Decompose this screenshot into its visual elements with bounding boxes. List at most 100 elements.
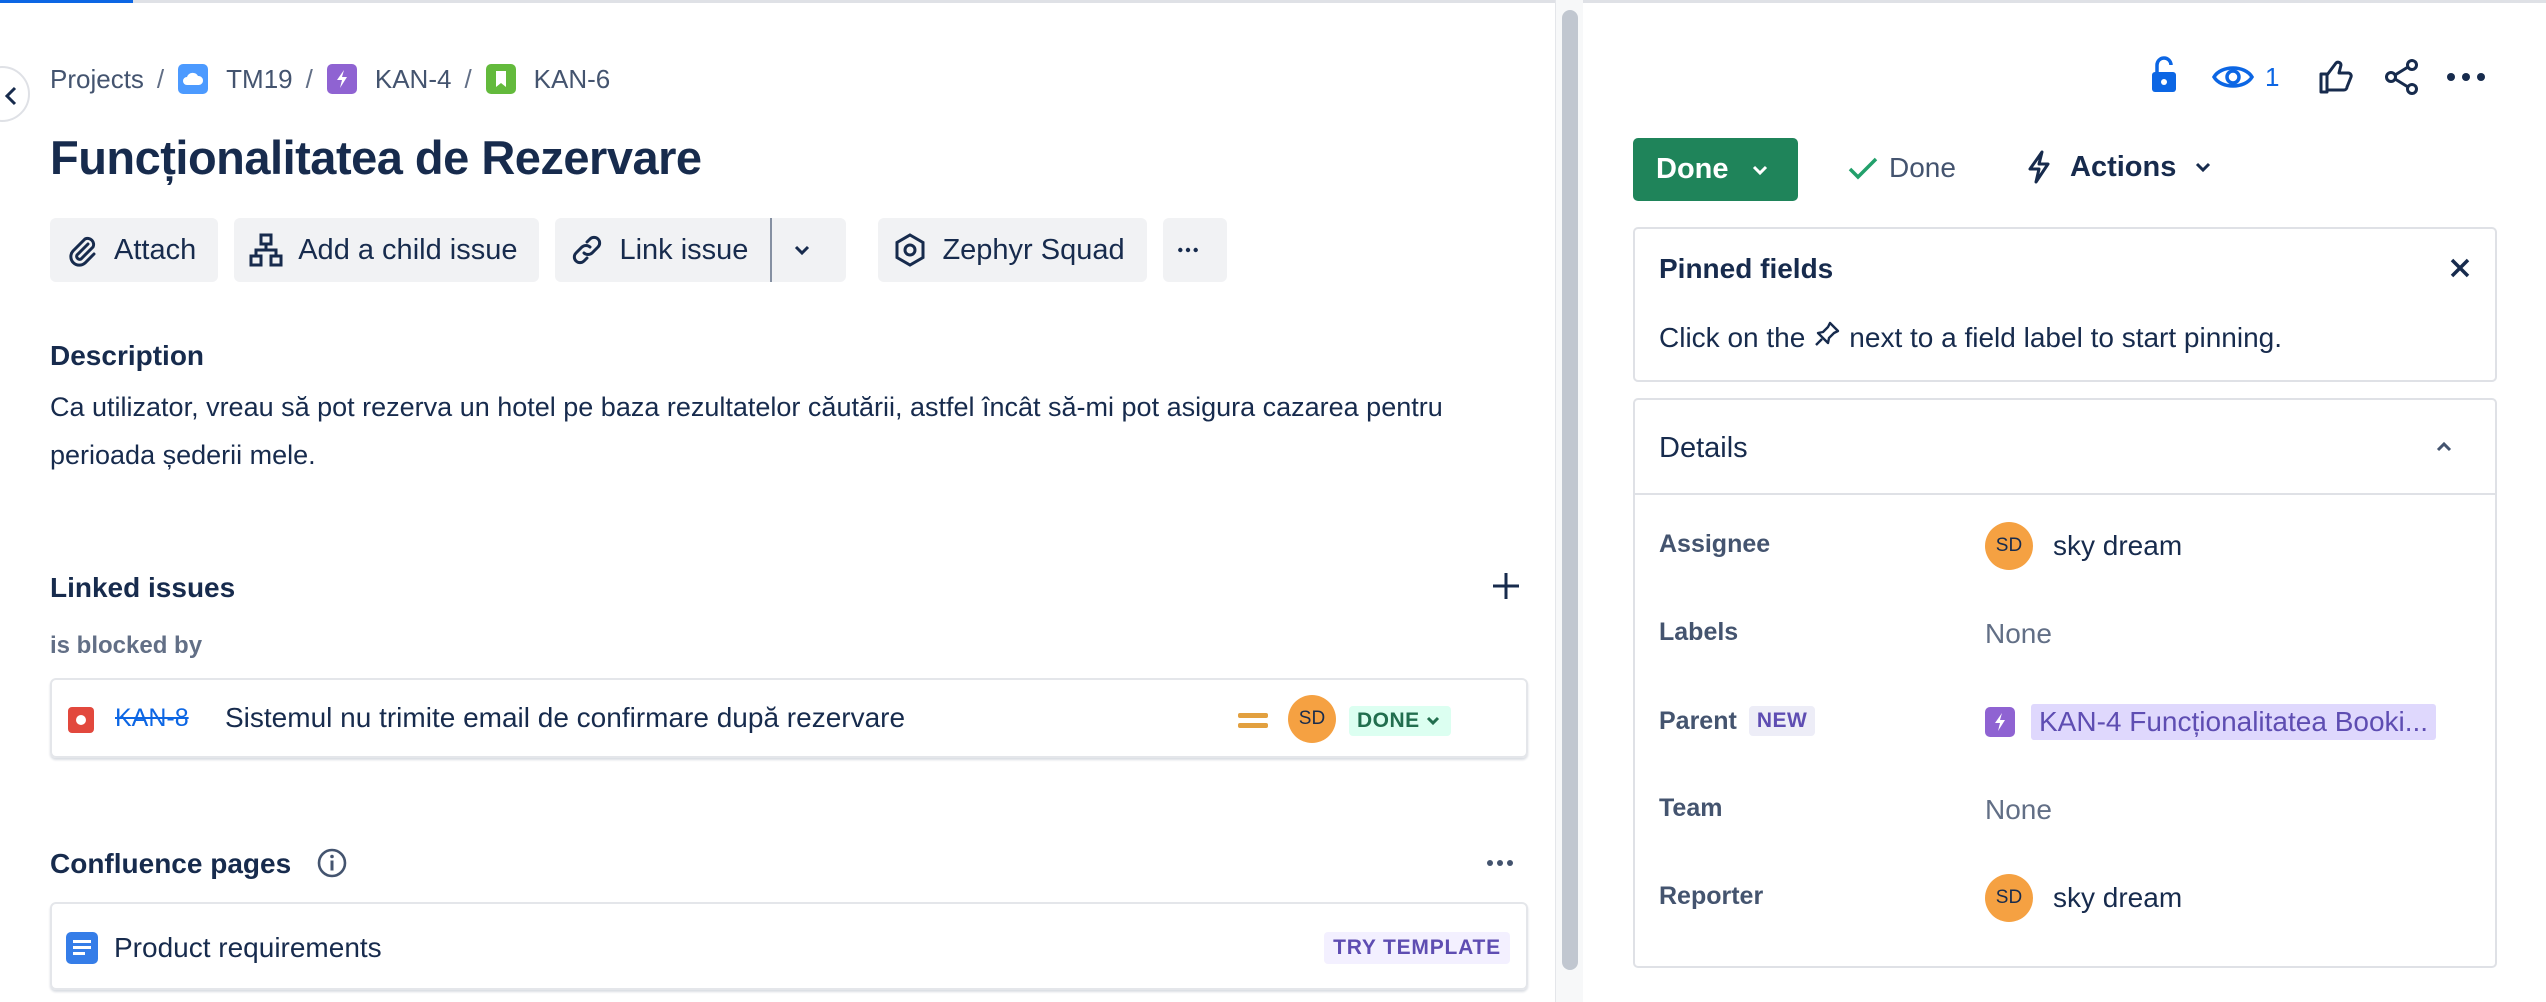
parent-label-text: Parent bbox=[1659, 706, 1737, 735]
labels-value[interactable]: None bbox=[1985, 610, 2052, 658]
story-icon bbox=[485, 64, 516, 94]
info-icon[interactable] bbox=[316, 847, 348, 879]
paperclip-icon bbox=[69, 236, 96, 267]
linked-issue-summary[interactable]: Sistemul nu trimite email de confirmare … bbox=[225, 702, 905, 734]
reporter-value[interactable]: SD sky dream bbox=[1985, 874, 2182, 922]
description-heading: Description bbox=[50, 340, 205, 371]
top-actions bbox=[2148, 55, 2180, 100]
zephyr-hexagon-icon bbox=[895, 233, 925, 267]
avatar: SD bbox=[1985, 874, 2033, 922]
chevron-down-icon bbox=[1752, 165, 1767, 175]
chevron-down-icon bbox=[1426, 716, 1439, 726]
chevron-down-icon bbox=[2196, 162, 2211, 173]
add-child-issue-button[interactable]: Add a child issue bbox=[234, 218, 540, 282]
resolution-indicator: Done bbox=[1847, 152, 1956, 184]
zephyr-squad-button[interactable]: Zephyr Squad bbox=[878, 218, 1147, 282]
pin-icon bbox=[1813, 320, 1841, 355]
bug-icon bbox=[68, 707, 94, 733]
watcher-count: 1 bbox=[2265, 61, 2280, 92]
status-label: Done bbox=[1656, 153, 1729, 185]
assignee-label: Assignee bbox=[1659, 530, 1771, 558]
chevron-left-icon bbox=[4, 86, 17, 106]
breadcrumb-project[interactable]: TM19 bbox=[178, 63, 293, 95]
linked-issue-status[interactable]: DONE bbox=[1349, 706, 1451, 736]
like-button[interactable] bbox=[2317, 56, 2355, 98]
breadcrumb-issue-label: KAN-6 bbox=[533, 63, 611, 94]
breadcrumb-epic-label: KAN-4 bbox=[374, 63, 452, 94]
status-transition-button[interactable]: Done bbox=[1633, 138, 1798, 201]
ellipsis-icon bbox=[1487, 860, 1513, 866]
attach-label: Attach bbox=[114, 233, 197, 266]
assignee-name: sky dream bbox=[2053, 530, 2183, 561]
document-icon bbox=[66, 932, 98, 964]
medium-priority-icon bbox=[1238, 710, 1268, 730]
hierarchy-icon bbox=[249, 233, 283, 267]
linked-issue-status-label: DONE bbox=[1357, 709, 1420, 732]
chevron-up-icon[interactable] bbox=[2433, 436, 2455, 458]
link-issue-button[interactable]: Link issue bbox=[555, 218, 773, 282]
epic-icon bbox=[326, 64, 357, 94]
attach-button[interactable]: Attach bbox=[50, 218, 219, 282]
linked-issue-key[interactable]: KAN-8 bbox=[115, 704, 189, 733]
linked-issue-row[interactable]: KAN-8 Sistemul nu trimite email de confi… bbox=[50, 678, 1528, 758]
chevron-down-icon bbox=[795, 245, 810, 256]
labels-field: Labels None bbox=[1635, 602, 2495, 662]
details-title: Details bbox=[1659, 432, 1748, 464]
details-panel: Details Assignee SD sky dream Labels Non… bbox=[1633, 398, 2497, 968]
breadcrumb-project-label: TM19 bbox=[226, 63, 293, 94]
project-cloud-icon bbox=[178, 64, 209, 94]
more-options-button[interactable] bbox=[2446, 56, 2486, 98]
assignee-field: Assignee SD sky dream bbox=[1635, 514, 2495, 574]
new-badge: NEW bbox=[1748, 706, 1816, 736]
ellipsis-icon bbox=[2447, 73, 2485, 81]
linked-issues-heading: Linked issues bbox=[50, 572, 236, 603]
link-issue-dropdown-button[interactable] bbox=[772, 218, 847, 282]
assignee-value[interactable]: SD sky dream bbox=[1985, 522, 2182, 570]
confluence-page-row[interactable]: Product requirements TRY TEMPLATE bbox=[50, 902, 1528, 990]
breadcrumb-separator: / bbox=[464, 63, 472, 94]
link-issue-label: Link issue bbox=[619, 233, 749, 266]
watch-button[interactable]: 1 bbox=[2211, 56, 2279, 98]
team-value[interactable]: None bbox=[1985, 786, 2052, 834]
add-child-issue-label: Add a child issue bbox=[298, 233, 518, 266]
breadcrumb: Projects / TM19 / KAN-4 / KAN-6 bbox=[50, 60, 610, 98]
pinned-fields-panel: Pinned fields Click on the next to a fie… bbox=[1633, 227, 2497, 382]
labels-label: Labels bbox=[1659, 618, 1739, 646]
parent-value[interactable]: KAN-4 Funcționalitatea Booki... bbox=[1985, 698, 2437, 746]
link-icon bbox=[573, 235, 602, 265]
resolution-label: Done bbox=[1889, 152, 1956, 183]
lightning-icon bbox=[2028, 150, 2050, 184]
close-icon[interactable] bbox=[2447, 255, 2473, 281]
confluence-heading: Confluence pages bbox=[50, 848, 292, 879]
issue-title[interactable]: Funcționalitatea de Rezervare bbox=[50, 130, 702, 185]
epic-icon bbox=[1985, 707, 2015, 737]
share-button[interactable] bbox=[2383, 56, 2421, 98]
add-linked-issue-button[interactable] bbox=[1490, 570, 1522, 602]
pinned-fields-title: Pinned fields bbox=[1659, 253, 1834, 284]
pinned-hint-end: next to a field label to start pinning. bbox=[1849, 321, 2283, 353]
breadcrumb-epic[interactable]: KAN-4 bbox=[326, 63, 452, 95]
actions-label: Actions bbox=[2070, 150, 2177, 183]
linked-issue-assignee-avatar[interactable]: SD bbox=[1288, 695, 1336, 743]
description-text[interactable]: Ca utilizator, vreau să pot rezerva un h… bbox=[50, 383, 1490, 479]
thumbs-up-icon bbox=[2319, 60, 2353, 94]
unlock-icon[interactable] bbox=[2148, 55, 2180, 100]
breadcrumb-projects[interactable]: Projects bbox=[50, 64, 144, 95]
actions-button[interactable]: Actions bbox=[2026, 150, 2212, 184]
checkmark-icon bbox=[1848, 157, 1878, 180]
confluence-more-button[interactable] bbox=[1480, 848, 1520, 878]
scrollbar-thumb[interactable] bbox=[1562, 10, 1578, 970]
ellipsis-icon bbox=[1177, 247, 1198, 253]
reporter-label: Reporter bbox=[1659, 882, 1764, 910]
pinned-fields-hint: Click on the next to a field label to st… bbox=[1659, 320, 2282, 355]
breadcrumb-issue[interactable]: KAN-6 bbox=[485, 63, 611, 95]
try-template-badge[interactable]: TRY TEMPLATE bbox=[1324, 932, 1510, 964]
details-header[interactable]: Details bbox=[1635, 400, 2495, 495]
more-actions-button[interactable] bbox=[1162, 218, 1227, 282]
confluence-page-title[interactable]: Product requirements bbox=[114, 932, 382, 964]
collapse-sidebar-button[interactable] bbox=[0, 66, 30, 122]
issue-toolbar: Attach Add a child issue Link issue Zeph… bbox=[50, 218, 1243, 282]
link-relation-label: is blocked by bbox=[50, 632, 203, 659]
team-label: Team bbox=[1659, 794, 1723, 822]
parent-link[interactable]: KAN-4 Funcționalitatea Booki... bbox=[2031, 704, 2437, 740]
